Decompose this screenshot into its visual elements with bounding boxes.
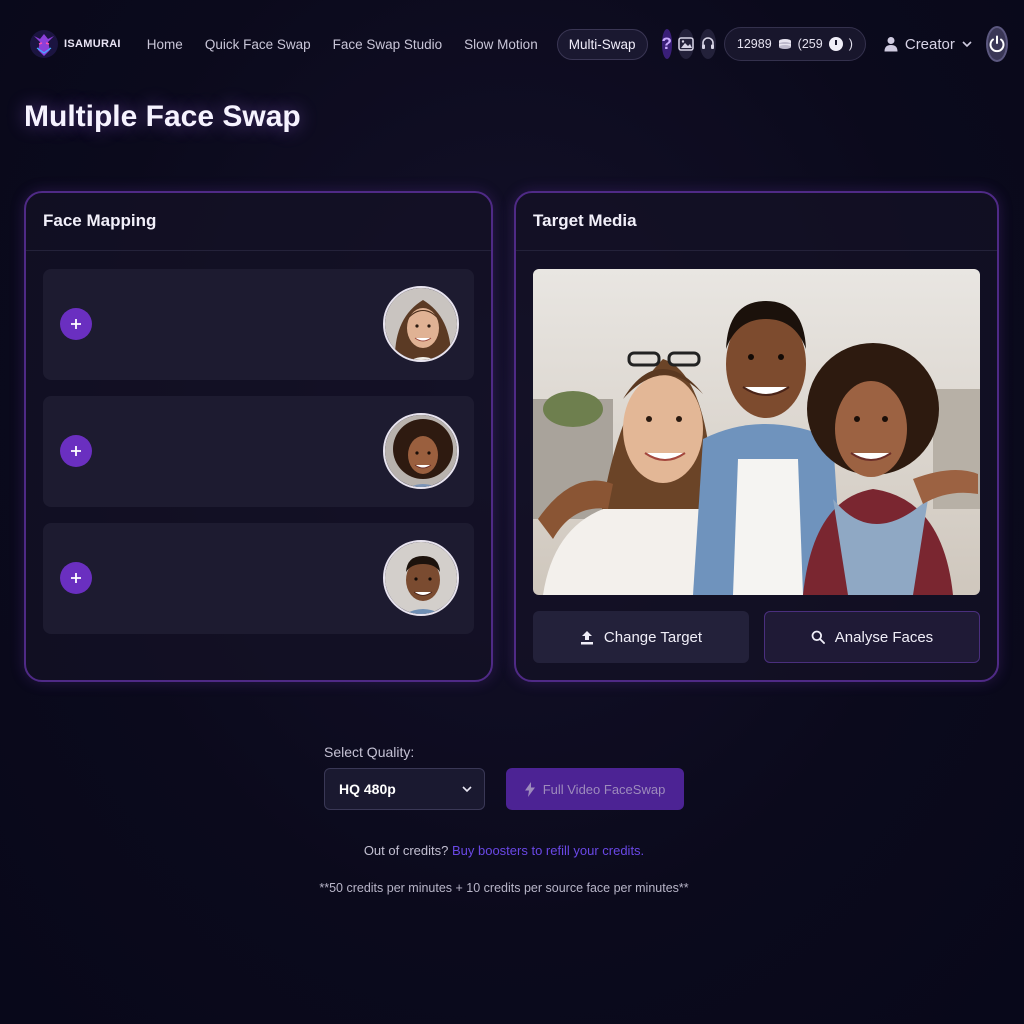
pricing-footnote: **50 credits per minutes + 10 credits pe… [319,881,689,895]
target-media-panel: Target Media Change Target Analyse Faces [514,191,999,682]
target-face-thumbnail [383,540,459,616]
coins-icon [778,39,791,49]
nav-slow-motion[interactable]: Slow Motion [464,37,538,52]
credits-note-prefix: Out of credits? [363,843,449,858]
quality-selected-value: HQ 480p [339,781,396,797]
nav-face-swap-studio[interactable]: Face Swap Studio [333,37,443,52]
timer-value: (259 [797,37,823,51]
nav-quick-face-swap[interactable]: Quick Face Swap [205,37,311,52]
question-icon: ? [661,34,672,53]
add-source-face-button[interactable] [60,562,92,594]
face-mapping-row [43,396,474,507]
add-source-face-button[interactable] [60,435,92,467]
top-nav: ISAMURAI Home Quick Face Swap Face Swap … [28,22,1008,66]
samurai-logo-icon [30,30,58,58]
user-icon [884,37,898,52]
target-media-image [533,269,980,595]
group-photo [533,269,980,595]
search-icon [811,630,825,644]
face-woman-brown-hair [385,288,457,360]
face-mapping-row [43,523,474,634]
nav-home[interactable]: Home [147,37,183,52]
target-face-thumbnail [383,286,459,362]
add-source-face-button[interactable] [60,308,92,340]
lightning-icon [524,781,535,797]
face-mapping-title: Face Mapping [26,193,491,251]
timer-close: ) [848,37,853,51]
full-video-faceswap-button[interactable]: Full Video FaceSwap [506,768,684,810]
user-name: Creator [904,35,955,53]
face-woman-curly-hair [385,415,457,487]
image-gallery-icon [678,37,694,51]
headset-icon [701,37,714,49]
credits-note: Out of credits? Buy boosters to refill y… [0,843,1008,858]
upload-icon [580,630,593,644]
chevron-down-icon [962,40,972,47]
face-man-short-hair [385,542,457,614]
chevron-down-icon [462,785,472,792]
target-face-thumbnail [383,413,459,489]
support-button[interactable] [699,29,716,59]
user-menu[interactable]: Creator [884,36,972,53]
plus-icon [71,319,81,329]
face-mapping-panel: Face Mapping [24,191,493,682]
brand-logo[interactable]: ISAMURAI [28,28,121,60]
quality-select[interactable]: HQ 480p [324,768,485,810]
plus-icon [71,573,81,583]
power-icon [989,35,1005,53]
target-media-title: Target Media [516,193,997,251]
change-target-label: Change Target [603,628,703,646]
logout-button[interactable] [985,26,1008,62]
analyse-faces-label: Analyse Faces [834,628,934,646]
plus-icon [71,446,81,456]
nav-multi-swap[interactable]: Multi-Swap [556,28,648,60]
analyse-faces-button[interactable]: Analyse Faces [764,611,980,663]
brand-name: ISAMURAI [64,38,121,50]
gallery-button[interactable] [677,29,694,59]
buy-boosters-link[interactable]: Buy boosters to refill your credits. [452,843,644,858]
face-mapping-row [43,269,474,380]
credits-pill[interactable]: 12989 (259 ) [723,27,866,61]
clock-icon [828,37,843,51]
quality-label: Select Quality: [324,744,415,760]
full-video-faceswap-label: Full Video FaceSwap [542,781,666,797]
page-title: Multiple Face Swap [24,100,301,133]
credits-count: 12989 [736,37,772,51]
help-button[interactable]: ? [661,29,672,59]
change-target-button[interactable]: Change Target [533,611,749,663]
